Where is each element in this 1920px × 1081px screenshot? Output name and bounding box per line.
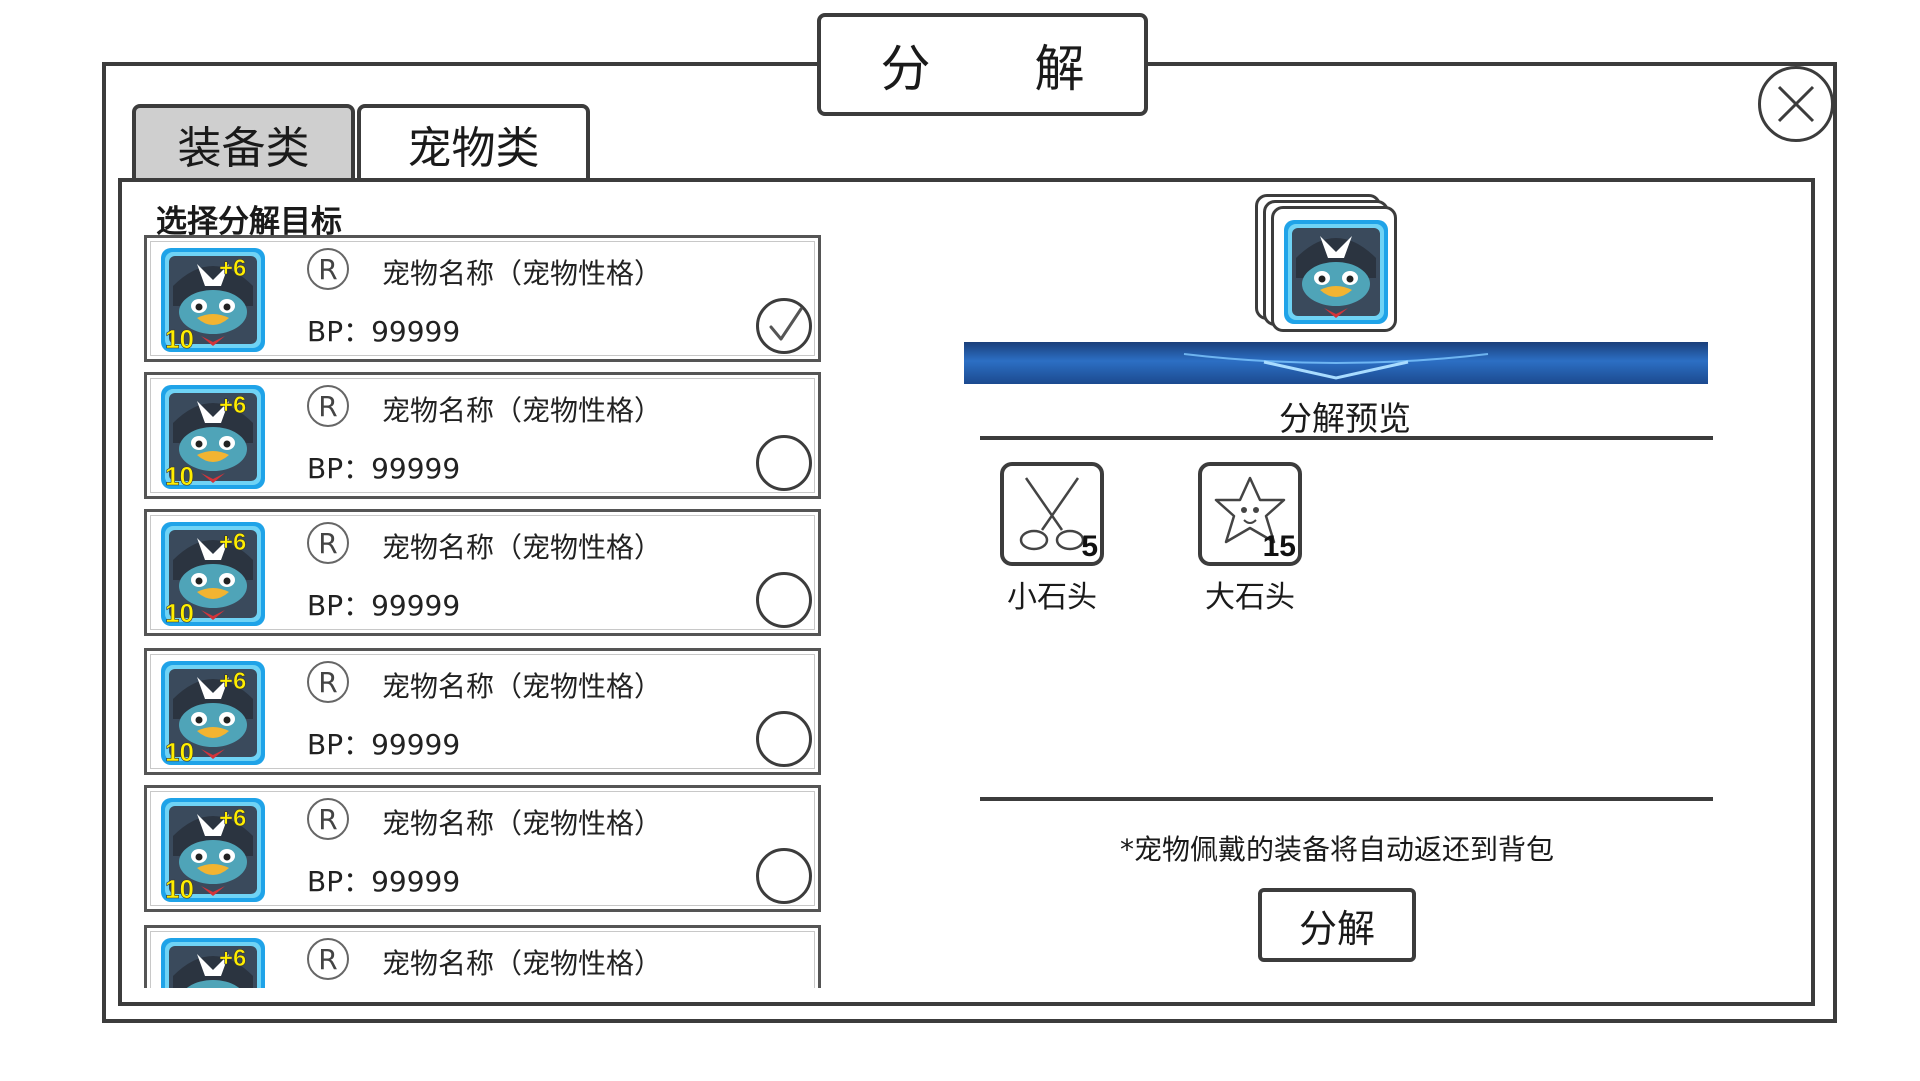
rarity-badge: R [307, 385, 349, 427]
plus-level: +6 [219, 668, 246, 695]
pet-name: 宠物名称（宠物性格） [382, 394, 663, 427]
pet-avatar-icon: +6 10 [161, 385, 265, 491]
preview-label: 分解预览 [1279, 399, 1411, 438]
pet-name: 宠物名称（宠物性格） [382, 531, 663, 564]
material-icon-box: 5 [1000, 462, 1104, 566]
pet-name: 宠物名称（宠物性格） [382, 670, 663, 703]
pet-level: 10 [165, 737, 194, 767]
pet-name: 宠物名称（宠物性格） [382, 807, 663, 840]
tab-pet[interactable]: 宠物类 [357, 104, 590, 180]
pet-avatar-icon: +6 10 [161, 522, 265, 628]
material-item[interactable]: 15 大石头 [1198, 462, 1302, 616]
pet-level: 10 [165, 324, 194, 354]
pet-avatar-icon: +6 10 [161, 248, 265, 354]
plus-level: +6 [219, 392, 246, 419]
pet-avatar-icon [1284, 220, 1388, 324]
return-note: *宠物佩戴的装备将自动返还到背包 [1120, 833, 1555, 866]
pet-level: 10 [165, 598, 194, 628]
pet-level: 10 [165, 874, 194, 904]
tab-equipment[interactable]: 装备类 [132, 104, 355, 180]
list-item[interactable]: +6 10 R 宠物名称（宠物性格） BP：99999 [144, 372, 821, 499]
pet-bp: BP：99999 [307, 728, 461, 761]
close-icon [1777, 85, 1815, 123]
pet-bp: BP：99999 [307, 865, 461, 898]
rarity-badge: R [307, 798, 349, 840]
pet-list[interactable]: +6 10 R 宠物名称（宠物性格） BP：99999 +6 10 R 宠物名称… [140, 235, 830, 988]
preview-banner [964, 342, 1708, 384]
rarity-badge: R [307, 522, 349, 564]
list-item[interactable]: +6 10 R 宠物名称（宠物性格） BP：99999 [144, 648, 821, 775]
close-button[interactable] [1758, 66, 1834, 142]
divider [980, 797, 1713, 801]
material-count: 15 [1262, 530, 1296, 563]
pet-level: 10 [165, 461, 194, 491]
material-icon-box: 15 [1198, 462, 1302, 566]
material-item[interactable]: 5 小石头 [1000, 462, 1104, 616]
divider [980, 436, 1713, 440]
plus-level: +6 [219, 945, 246, 972]
rarity-badge: R [307, 661, 349, 703]
list-item[interactable]: +6 10 R 宠物名称（宠物性格） BP：99999 [144, 785, 821, 912]
select-checkbox[interactable] [756, 848, 812, 904]
list-item[interactable]: +6 10 R 宠物名称（宠物性格） BP：99999 [144, 509, 821, 636]
pet-avatar-icon: +6 10 [161, 661, 265, 767]
rarity-badge: R [307, 938, 349, 980]
plus-level: +6 [219, 529, 246, 556]
pet-avatar-icon: +6 10 [161, 798, 265, 904]
plus-level: +6 [219, 255, 246, 282]
pet-avatar-icon: +6 10 [161, 938, 265, 988]
select-checkbox[interactable] [756, 435, 812, 491]
pet-bp: BP：99999 [307, 452, 461, 485]
pet-name: 宠物名称（宠物性格） [382, 257, 663, 290]
select-checkbox[interactable] [756, 711, 812, 767]
material-count: 5 [1081, 530, 1098, 563]
material-name: 小石头 [1007, 580, 1097, 615]
dialog-title: 分 解 [817, 13, 1148, 116]
checkmark-icon [769, 307, 803, 341]
pet-name: 宠物名称（宠物性格） [382, 947, 663, 980]
list-item[interactable]: +6 10 R 宠物名称（宠物性格） BP：99999 [144, 235, 821, 362]
rarity-badge: R [307, 248, 349, 290]
select-checkbox[interactable] [756, 298, 812, 354]
pet-bp: BP：99999 [307, 589, 461, 622]
select-checkbox[interactable] [756, 572, 812, 628]
material-name: 大石头 [1205, 580, 1295, 615]
plus-level: +6 [219, 805, 246, 832]
pet-bp: BP：99999 [307, 315, 461, 348]
decompose-button[interactable]: 分解 [1258, 888, 1416, 962]
list-item[interactable]: +6 10 R 宠物名称（宠物性格） BP：99999 [144, 925, 821, 988]
selected-preview-stack [1255, 194, 1405, 334]
